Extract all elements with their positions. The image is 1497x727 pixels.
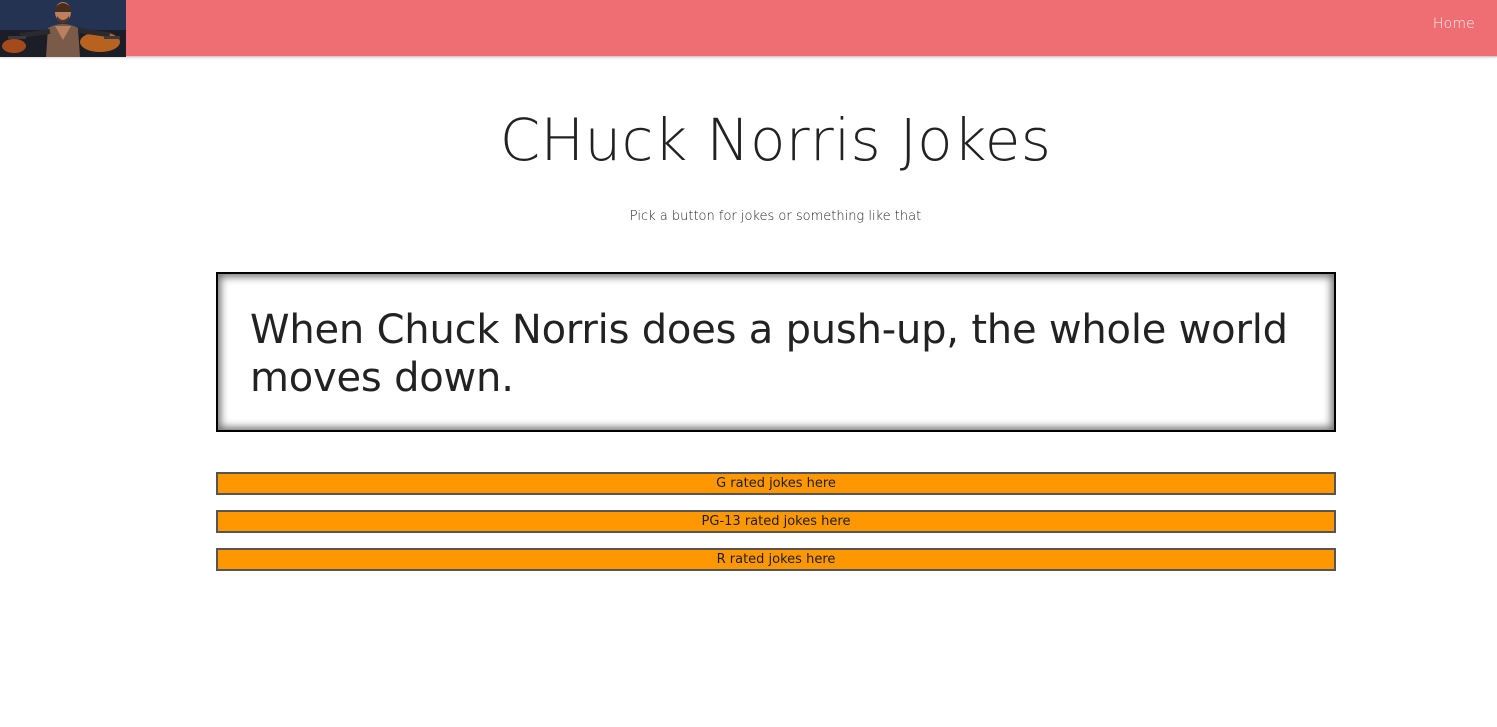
logo-image[interactable] xyxy=(0,0,126,57)
joke-display-box: When Chuck Norris does a push-up, the wh… xyxy=(216,272,1336,432)
r-rated-jokes-button[interactable]: R rated jokes here xyxy=(216,548,1336,571)
joke-text: When Chuck Norris does a push-up, the wh… xyxy=(250,307,1288,401)
chuck-norris-logo-icon xyxy=(0,0,126,57)
navbar: Home xyxy=(0,0,1497,57)
g-rated-jokes-button[interactable]: G rated jokes here xyxy=(216,472,1336,495)
pg13-rated-jokes-button[interactable]: PG-13 rated jokes here xyxy=(216,510,1336,533)
page-title: CHuck Norris Jokes xyxy=(499,106,1052,174)
home-link[interactable]: Home xyxy=(1433,16,1475,32)
page-subtitle: Pick a button for jokes or something lik… xyxy=(629,209,922,224)
